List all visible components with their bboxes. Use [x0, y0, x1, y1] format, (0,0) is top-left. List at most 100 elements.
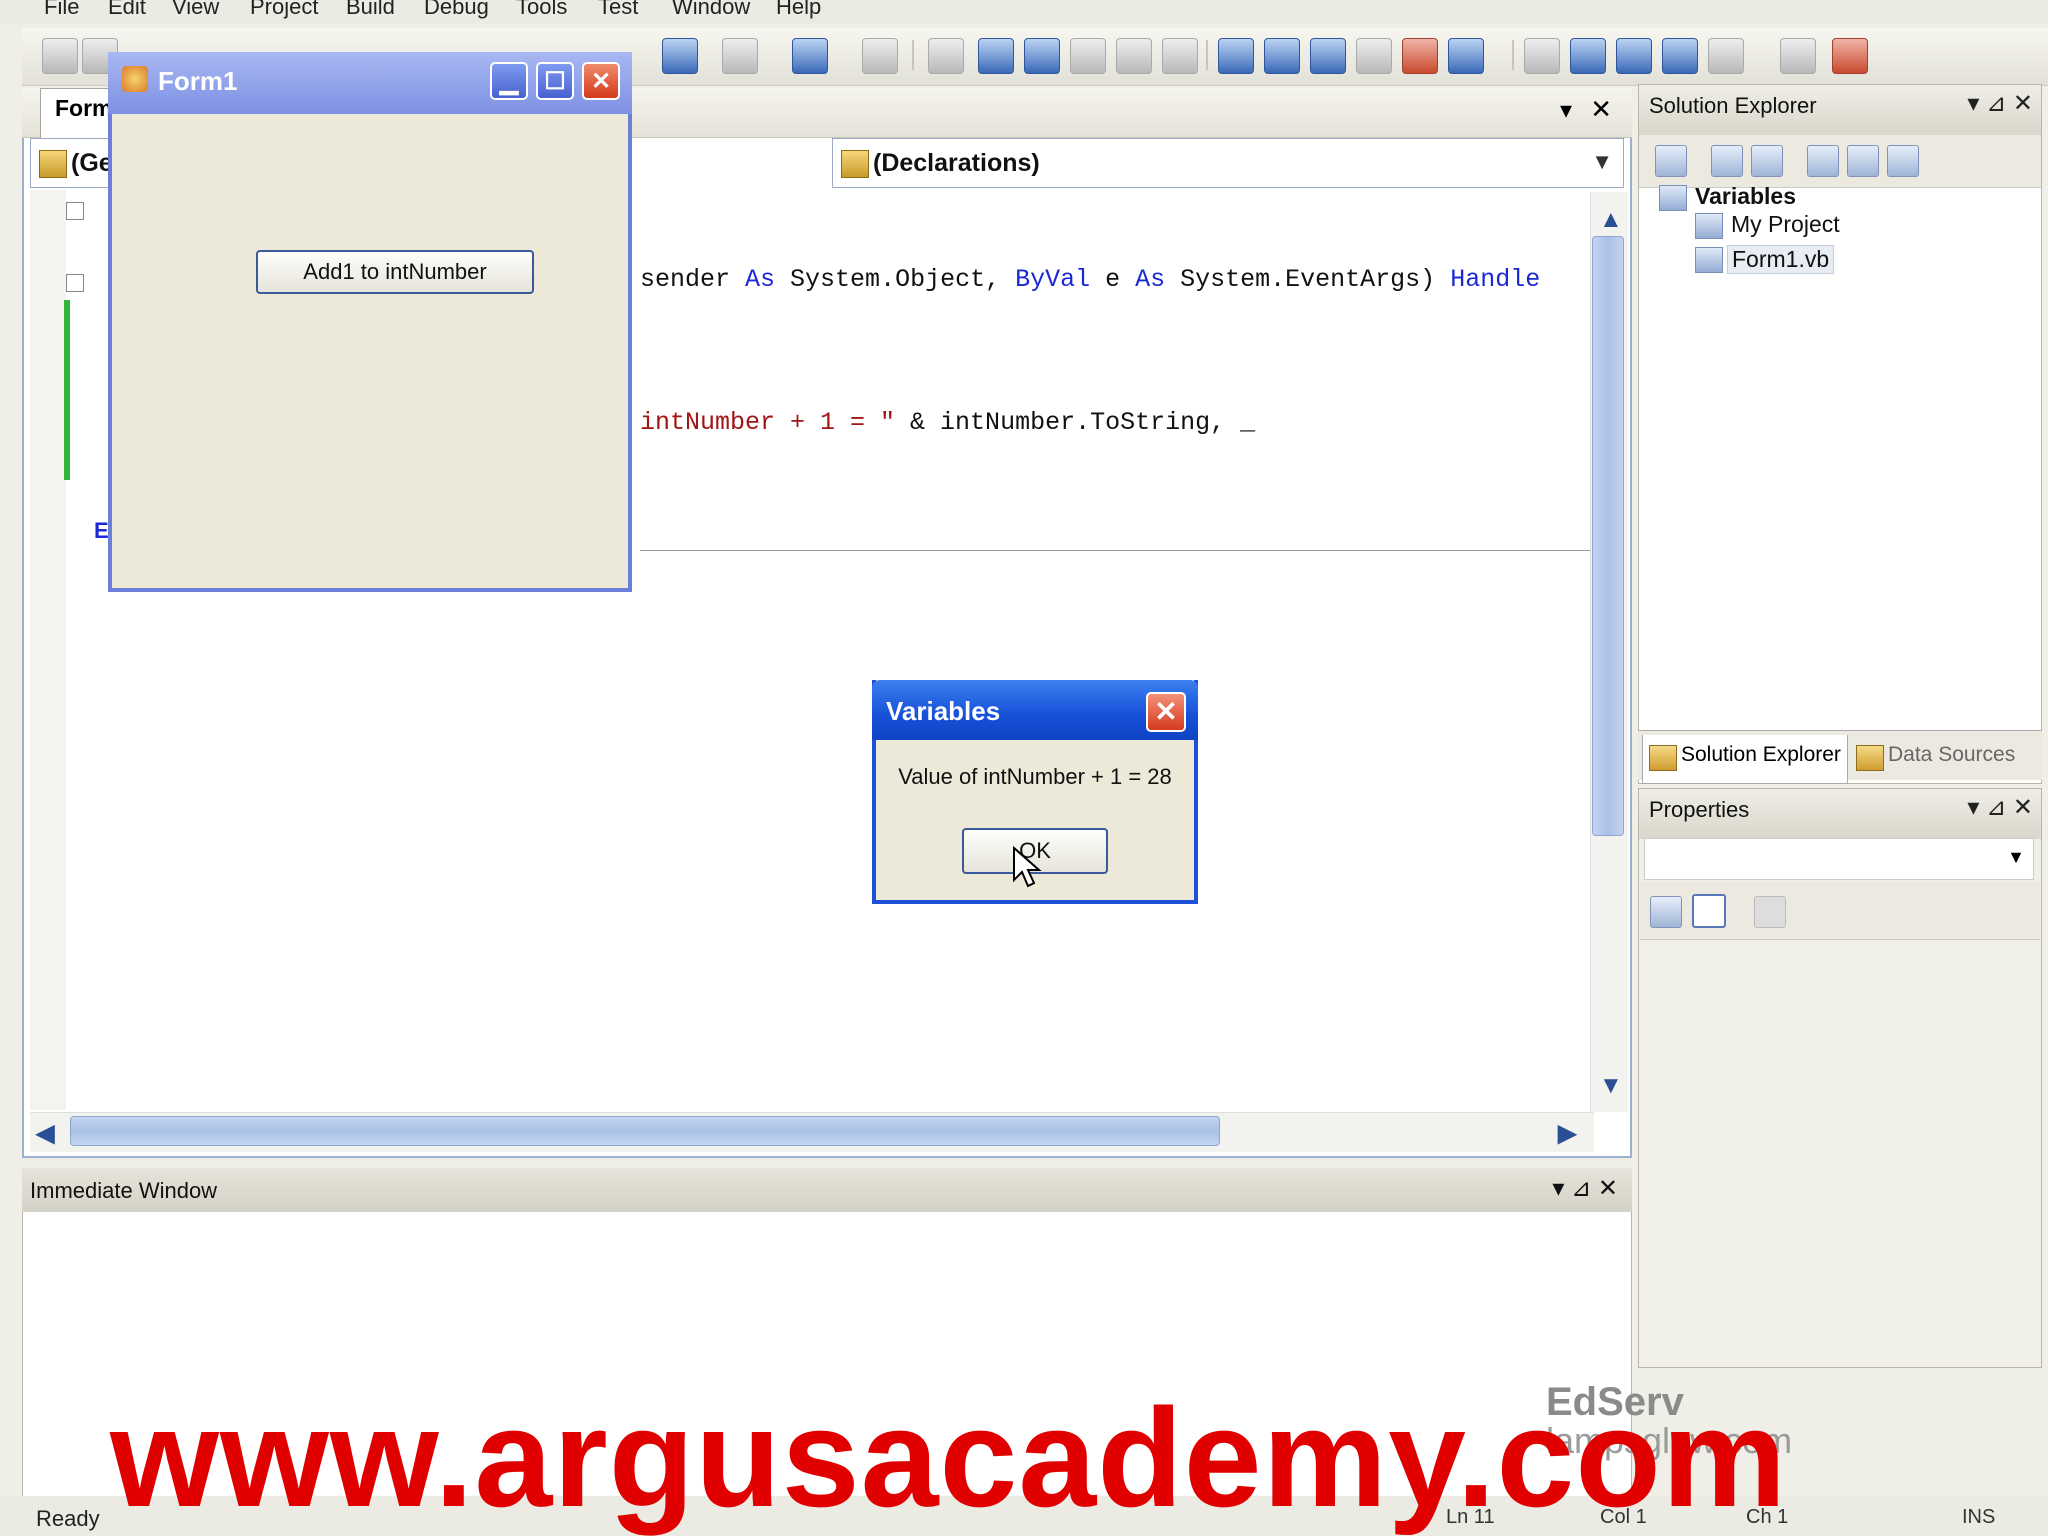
show-all-files-icon[interactable]: [1711, 145, 1743, 177]
declarations-icon: [841, 150, 869, 178]
pointer-icon[interactable]: [1780, 38, 1816, 74]
class-icon: [39, 150, 67, 178]
properties-toolbar: [1640, 882, 2040, 940]
chevron-down-icon[interactable]: ▼: [1591, 149, 1613, 175]
project-icon: [1659, 185, 1687, 211]
menu-test[interactable]: Test: [598, 0, 638, 20]
code-line-msgbox: intNumber + 1 = " & intNumber.ToString, …: [640, 408, 1256, 437]
layout-icon-3[interactable]: [1616, 38, 1652, 74]
horizontal-scroll-thumb[interactable]: [70, 1116, 1220, 1146]
new-project-icon[interactable]: [42, 38, 78, 74]
menu-help[interactable]: Help: [776, 0, 821, 20]
properties-icon[interactable]: [1655, 145, 1687, 177]
menu-bar: File Edit View Project Build Debug Tools…: [0, 0, 2048, 24]
collapse-box-icon[interactable]: [66, 274, 84, 292]
my-project-icon: [1695, 213, 1723, 239]
layout-icon-4[interactable]: [1662, 38, 1698, 74]
class-combo-value: (Ge: [71, 149, 113, 177]
editor-gutter: P E: [30, 190, 109, 1110]
properties-object-combo[interactable]: ▼: [1644, 838, 2034, 880]
tree-item-my-project[interactable]: My Project: [1731, 211, 1840, 238]
menu-file[interactable]: File: [44, 0, 79, 20]
alphabetical-icon[interactable]: [1692, 894, 1726, 928]
menu-tools[interactable]: Tools: [516, 0, 567, 20]
maximize-icon[interactable]: ☐: [536, 62, 574, 100]
redo-icon[interactable]: [722, 38, 758, 74]
immediate-window-header: Immediate Window ▾ ⊿ ✕: [22, 1168, 1632, 1212]
step-out-icon[interactable]: [1162, 38, 1198, 74]
chevron-down-icon[interactable]: ▼: [2007, 847, 2025, 868]
panel-window-controls[interactable]: ▾ ⊿ ✕: [1967, 89, 2033, 118]
object-browser-icon[interactable]: [1402, 38, 1438, 74]
solution-explorer-panel: Solution Explorer ▾ ⊿ ✕ Variables My Pro…: [1638, 84, 2042, 784]
vb-file-icon: [1695, 247, 1723, 273]
method-name-combo[interactable]: (Declarations) ▼: [832, 138, 1624, 188]
scroll-down-icon[interactable]: ▼: [1599, 1072, 1623, 1100]
menu-build[interactable]: Build: [346, 0, 395, 20]
gutter-text-e: E: [94, 518, 109, 543]
close-icon[interactable]: ✕: [582, 62, 620, 100]
solution-explorer-title: Solution Explorer: [1649, 93, 1817, 118]
panel-window-controls[interactable]: ▾ ⊿ ✕: [1552, 1174, 1618, 1203]
panel-window-controls[interactable]: ▾ ⊿ ✕: [1967, 793, 2033, 822]
scroll-up-icon[interactable]: ▲: [1599, 206, 1623, 234]
collapse-box-icon[interactable]: [66, 202, 84, 220]
tree-item-form1-vb[interactable]: Form1.vb: [1727, 245, 1835, 274]
properties-window-icon[interactable]: [1310, 38, 1346, 74]
layout-icon-2[interactable]: [1570, 38, 1606, 74]
scroll-left-icon[interactable]: ◀: [36, 1119, 54, 1148]
doc-tab-close-icon[interactable]: ✕: [1590, 94, 1612, 125]
break-all-icon[interactable]: [978, 38, 1014, 74]
data-sources-icon: [1856, 745, 1884, 771]
tree-root-variables[interactable]: Variables: [1695, 183, 1796, 210]
solution-explorer-header: Solution Explorer ▾ ⊿ ✕: [1639, 85, 2041, 135]
view-designer-icon[interactable]: [1847, 145, 1879, 177]
tab-solution-explorer[interactable]: Solution Explorer: [1642, 735, 1848, 784]
code-line-sub-signature: sender As System.Object, ByVal e As Syst…: [640, 265, 1541, 294]
solution-explorer-toolbar: [1639, 135, 2041, 188]
stop-debugging-icon[interactable]: [1024, 38, 1060, 74]
undo-icon[interactable]: [662, 38, 698, 74]
solution-explorer-tab-icon: [1649, 745, 1677, 771]
start-page-icon[interactable]: [1448, 38, 1484, 74]
vertical-scroll-thumb[interactable]: [1592, 236, 1624, 836]
property-pages-icon[interactable]: [1754, 896, 1786, 928]
step-over-icon[interactable]: [1116, 38, 1152, 74]
categorized-icon[interactable]: [1650, 896, 1682, 928]
properties-title: Properties: [1649, 797, 1750, 822]
change-indicator-bar: [64, 300, 70, 480]
immediate-window-title: Immediate Window: [30, 1178, 218, 1203]
method-combo-value: (Declarations): [873, 149, 1040, 177]
tab-data-sources[interactable]: Data Sources: [1850, 735, 2021, 783]
close-icon[interactable]: ✕: [1146, 692, 1186, 732]
status-ready: Ready: [36, 1506, 100, 1531]
menu-edit[interactable]: Edit: [108, 0, 146, 20]
scroll-right-icon[interactable]: ▶: [1558, 1119, 1576, 1148]
navigate-backward-icon[interactable]: [792, 38, 828, 74]
menu-debug[interactable]: Debug: [424, 0, 489, 20]
view-code-icon[interactable]: [1807, 145, 1839, 177]
menu-window[interactable]: Window: [672, 0, 750, 20]
message-text: Value of intNumber + 1 = 28: [898, 764, 1172, 789]
step-into-icon[interactable]: [1070, 38, 1106, 74]
navigate-forward-icon[interactable]: [862, 38, 898, 74]
minimize-icon[interactable]: ▁: [490, 62, 528, 100]
start-debugging-icon[interactable]: [928, 38, 964, 74]
menu-view[interactable]: View: [172, 0, 219, 20]
refresh-icon[interactable]: [1751, 145, 1783, 177]
properties-header: Properties ▾ ⊿ ✕: [1639, 789, 2041, 839]
class-diagram-icon[interactable]: [1887, 145, 1919, 177]
form1-window: [108, 52, 632, 592]
add1-to-intnumber-button[interactable]: Add1 to intNumber: [256, 250, 534, 294]
argusacademy-watermark: www.argusacademy.com: [110, 1379, 1788, 1536]
solution-explorer-icon[interactable]: [1264, 38, 1300, 74]
toolbox-icon[interactable]: [1356, 38, 1392, 74]
doc-tab-dropdown-icon[interactable]: ▾: [1560, 96, 1572, 125]
solution-explorer-tabs: Solution Explorer Data Sources: [1638, 730, 2042, 784]
find-in-files-icon[interactable]: [1218, 38, 1254, 74]
layout-icon-5[interactable]: [1708, 38, 1744, 74]
layout-icon-1[interactable]: [1524, 38, 1560, 74]
misc-tool-icon[interactable]: [1832, 38, 1868, 74]
menu-project[interactable]: Project: [250, 0, 318, 20]
form-app-icon: [122, 66, 148, 92]
